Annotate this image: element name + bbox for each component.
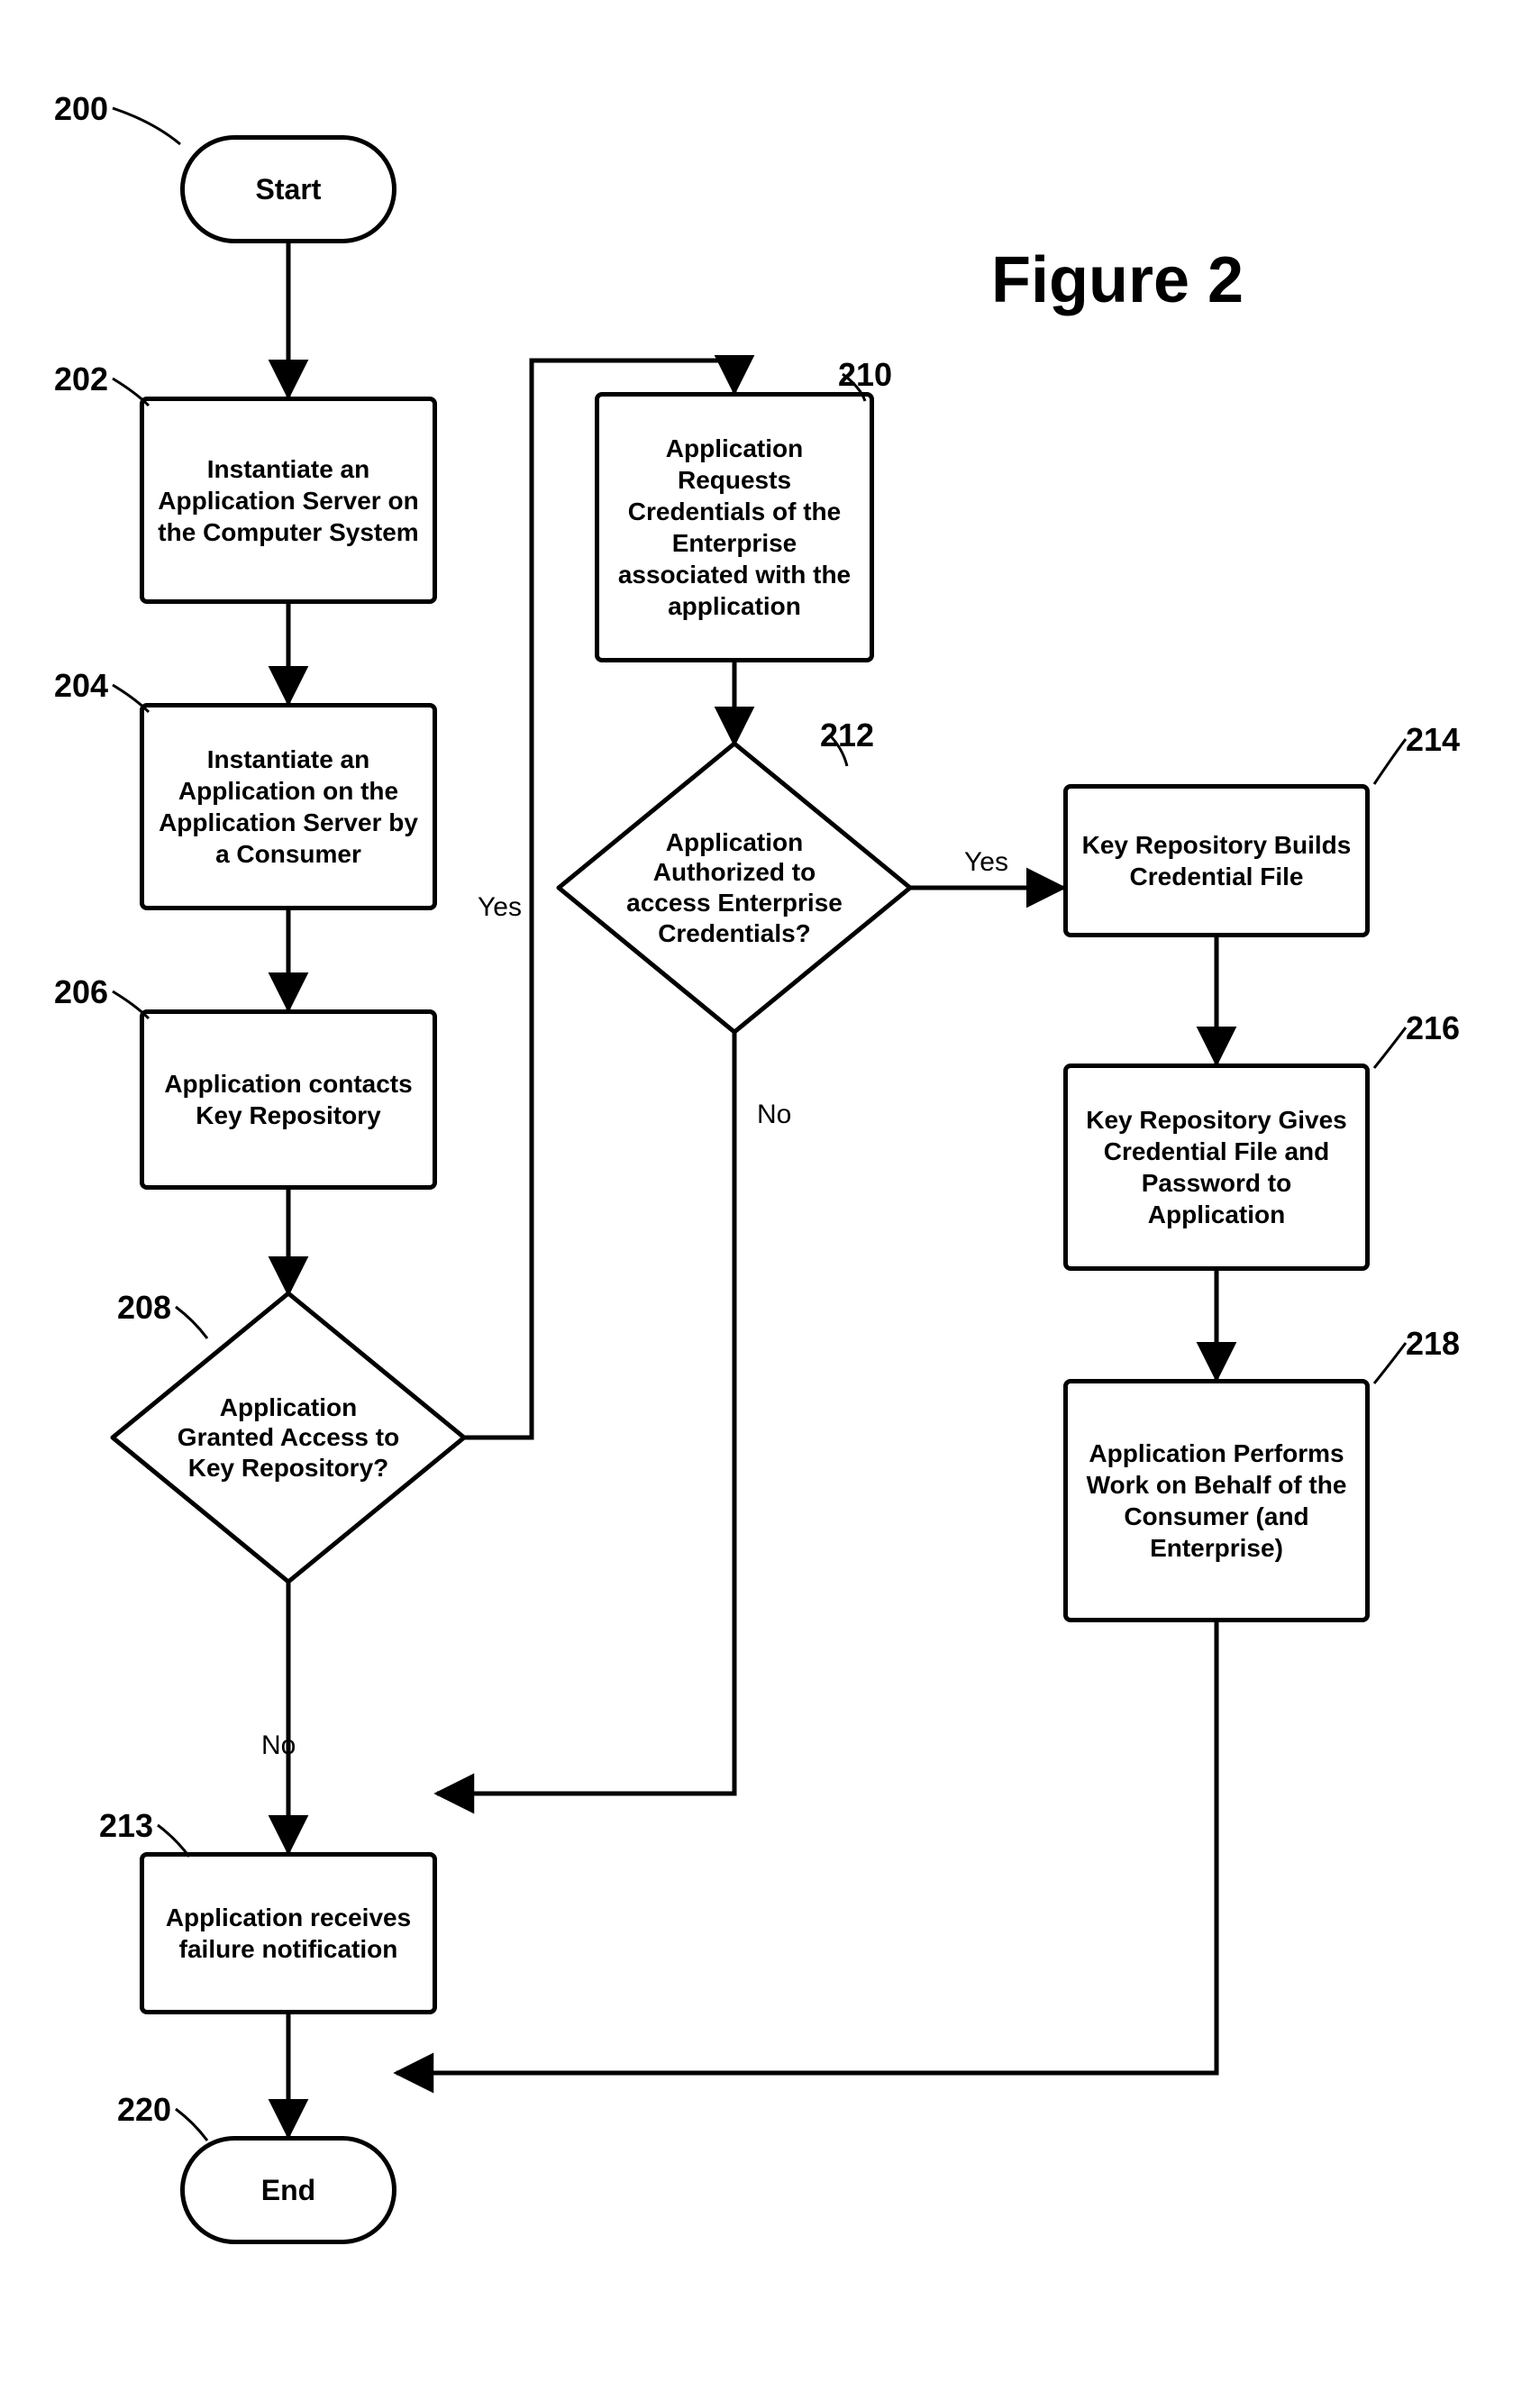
node-213: Application receives failure notificatio… <box>140 1852 437 2014</box>
ref-220: 220 <box>117 2091 171 2129</box>
label-208-yes: Yes <box>478 892 522 923</box>
ref-216: 216 <box>1406 1009 1460 1047</box>
figure-title: Figure 2 <box>991 243 1244 317</box>
node-202: Instantiate an Application Server on the… <box>140 397 437 604</box>
node-206: Application contacts Key Repository <box>140 1009 437 1190</box>
ref-202: 202 <box>54 361 108 398</box>
ref-218: 218 <box>1406 1325 1460 1363</box>
label-212-yes: Yes <box>964 847 1008 878</box>
terminator-start: Start <box>180 135 396 243</box>
flowchart-canvas: Figure 2 200 202 204 206 208 210 212 213… <box>0 0 1540 2401</box>
ref-214: 214 <box>1406 721 1460 759</box>
label-208-no: No <box>261 1730 296 1761</box>
ref-213: 213 <box>99 1807 153 1845</box>
ref-210: 210 <box>838 356 892 394</box>
label-212-no: No <box>757 1100 791 1130</box>
node-216: Key Repository Gives Credential File and… <box>1063 1064 1370 1271</box>
ref-206: 206 <box>54 973 108 1011</box>
node-218: Application Performs Work on Behalf of t… <box>1063 1379 1370 1622</box>
node-214: Key Repository Builds Credential File <box>1063 784 1370 937</box>
ref-204: 204 <box>54 667 108 705</box>
node-204: Instantiate an Application on the Applic… <box>140 703 437 910</box>
terminator-end: End <box>180 2136 396 2244</box>
ref-200: 200 <box>54 90 108 128</box>
node-210: Application Requests Credentials of the … <box>595 392 874 662</box>
